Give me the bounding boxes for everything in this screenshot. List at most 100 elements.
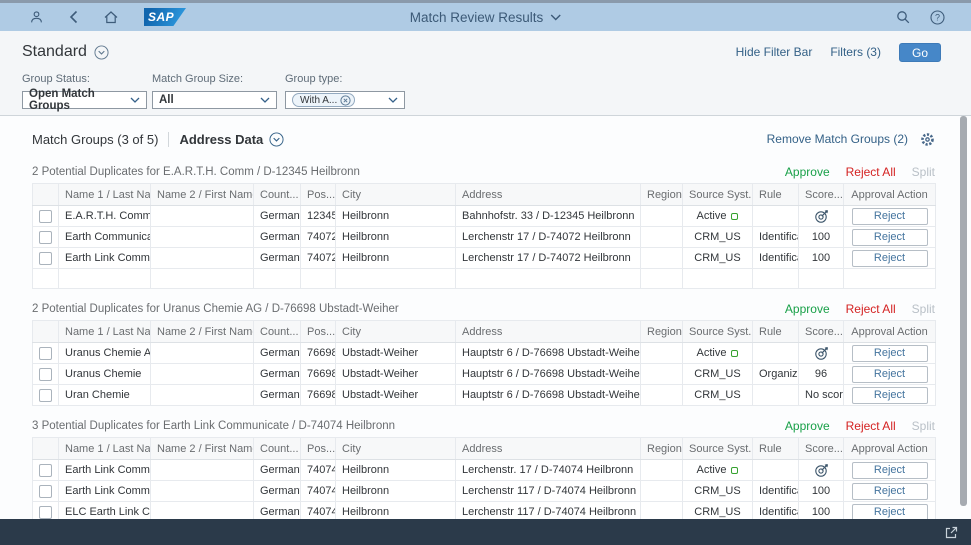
remove-match-groups-link[interactable]: Remove Match Groups (2) <box>767 132 908 146</box>
reject-button[interactable]: Reject <box>852 208 928 225</box>
approve-link[interactable]: Approve <box>785 419 830 433</box>
reject-button[interactable]: Reject <box>852 229 928 246</box>
reject-button[interactable]: Reject <box>852 366 928 383</box>
column-header-region[interactable]: Region <box>641 321 683 343</box>
column-header-address[interactable]: Address <box>456 438 641 460</box>
cell-rule: Identificat <box>753 227 799 248</box>
settings-gear-icon[interactable] <box>920 132 935 147</box>
column-header-name2[interactable]: Name 2 / First Name <box>151 438 254 460</box>
group-title: 3 Potential Duplicates for Earth Link Co… <box>32 420 395 432</box>
column-header-action[interactable]: Approval Action <box>844 321 936 343</box>
cell-name2 <box>151 227 254 248</box>
column-header-source[interactable]: Source Syst... <box>683 438 753 460</box>
go-button[interactable]: Go <box>899 43 941 62</box>
column-header-rule[interactable]: Rule <box>753 438 799 460</box>
separator <box>168 132 169 147</box>
cell-name2 <box>151 460 254 481</box>
table-row <box>33 269 936 289</box>
row-checkbox[interactable] <box>39 389 52 402</box>
column-header-address[interactable]: Address <box>456 184 641 206</box>
hide-filter-bar-link[interactable]: Hide Filter Bar <box>736 45 813 59</box>
filter-field-select[interactable]: All <box>152 91 277 109</box>
variant-selector[interactable]: Standard <box>22 43 109 61</box>
column-header-name1[interactable]: Name 1 / Last Name <box>59 321 151 343</box>
column-header-score[interactable]: Score... <box>799 438 844 460</box>
reject-button[interactable]: Reject <box>852 504 928 521</box>
user-icon[interactable] <box>30 10 43 24</box>
approve-link[interactable]: Approve <box>785 302 830 316</box>
column-header-city[interactable]: City <box>336 438 456 460</box>
column-header-country[interactable]: Count... <box>254 184 301 206</box>
column-header-name1[interactable]: Name 1 / Last Name <box>59 438 151 460</box>
app-title-menu[interactable]: Match Review Results <box>410 10 562 25</box>
reject-button[interactable]: Reject <box>852 345 928 362</box>
filter-field-label: Match Group Size: <box>152 73 277 85</box>
view-selector[interactable]: Address Data <box>179 132 284 147</box>
column-header-region[interactable]: Region <box>641 184 683 206</box>
reject-all-link[interactable]: Reject All <box>846 165 896 179</box>
active-status-icon <box>731 213 738 220</box>
cell-postal: 76698 <box>301 364 336 385</box>
column-header-score[interactable]: Score... <box>799 184 844 206</box>
row-checkbox[interactable] <box>39 231 52 244</box>
row-checkbox[interactable] <box>39 464 52 477</box>
column-header-source[interactable]: Source Syst... <box>683 184 753 206</box>
row-checkbox[interactable] <box>39 210 52 223</box>
column-header-name2[interactable]: Name 2 / First Name <box>151 321 254 343</box>
column-header-action[interactable]: Approval Action <box>844 438 936 460</box>
cell-region <box>641 481 683 502</box>
reject-button[interactable]: Reject <box>852 483 928 500</box>
approve-link[interactable]: Approve <box>785 165 830 179</box>
split-link[interactable]: Split <box>912 419 935 433</box>
column-header-action[interactable]: Approval Action <box>844 184 936 206</box>
column-header-postal[interactable]: Pos... <box>301 321 336 343</box>
open-new-window-icon[interactable] <box>945 526 958 539</box>
column-header-city[interactable]: City <box>336 321 456 343</box>
reject-button[interactable]: Reject <box>852 387 928 404</box>
column-header-postal[interactable]: Pos... <box>301 184 336 206</box>
column-header-name1[interactable]: Name 1 / Last Name <box>59 184 151 206</box>
split-link[interactable]: Split <box>912 302 935 316</box>
column-header-score[interactable]: Score... <box>799 321 844 343</box>
column-header-postal[interactable]: Pos... <box>301 438 336 460</box>
cell-score: No score <box>799 385 844 406</box>
table-header-row: Name 1 / Last NameName 2 / First NameCou… <box>33 321 936 343</box>
column-header-rule[interactable]: Rule <box>753 321 799 343</box>
search-icon[interactable] <box>896 10 910 24</box>
column-header-source[interactable]: Source Syst... <box>683 321 753 343</box>
cell-country: Germany <box>254 481 301 502</box>
column-header-rule[interactable]: Rule <box>753 184 799 206</box>
column-header-address[interactable]: Address <box>456 321 641 343</box>
vertical-scrollbar[interactable] <box>960 116 967 506</box>
home-icon[interactable] <box>104 11 118 24</box>
filter-field-select[interactable]: Open Match Groups <box>22 91 147 109</box>
back-icon[interactable] <box>69 10 78 24</box>
cell-source: CRM_US <box>683 248 753 269</box>
split-link[interactable]: Split <box>912 165 935 179</box>
cell-country: Germany <box>254 227 301 248</box>
active-status-icon <box>731 350 738 357</box>
duplicates-table: Name 1 / Last NameName 2 / First NameCou… <box>32 320 936 406</box>
column-header-country[interactable]: Count... <box>254 321 301 343</box>
row-checkbox[interactable] <box>39 347 52 360</box>
reject-button[interactable]: Reject <box>852 250 928 267</box>
column-header-region[interactable]: Region <box>641 438 683 460</box>
cell-cb <box>33 385 59 406</box>
column-header-city[interactable]: City <box>336 184 456 206</box>
reject-all-link[interactable]: Reject All <box>846 419 896 433</box>
row-checkbox[interactable] <box>39 485 52 498</box>
row-checkbox[interactable] <box>39 252 52 265</box>
filter-field-select[interactable]: With A... <box>285 91 405 109</box>
reject-button[interactable]: Reject <box>852 462 928 479</box>
row-checkbox[interactable] <box>39 368 52 381</box>
cell-name1: Earth Communications <box>59 227 151 248</box>
chevron-down-icon <box>550 14 561 21</box>
column-header-country[interactable]: Count... <box>254 438 301 460</box>
row-checkbox[interactable] <box>39 506 52 519</box>
cell-city: Heilbronn <box>336 248 456 269</box>
help-icon[interactable]: ? <box>930 10 945 25</box>
token-remove-icon[interactable] <box>340 95 351 106</box>
filters-link[interactable]: Filters (3) <box>830 45 881 59</box>
column-header-name2[interactable]: Name 2 / First Name <box>151 184 254 206</box>
reject-all-link[interactable]: Reject All <box>846 302 896 316</box>
